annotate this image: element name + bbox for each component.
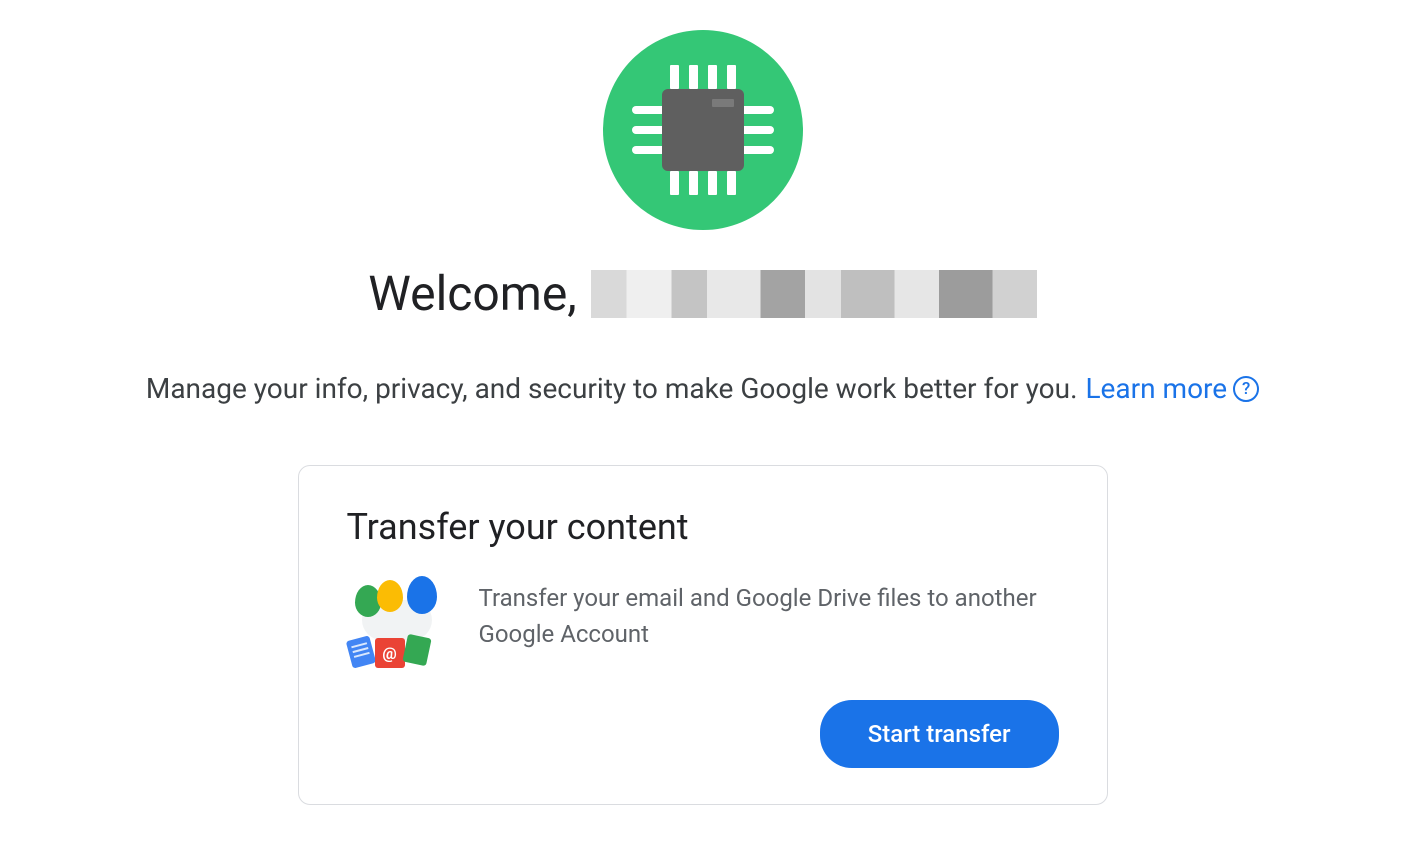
subtitle-text: Manage your info, privacy, and security … xyxy=(146,372,1078,405)
card-title: Transfer your content xyxy=(347,506,1059,548)
help-circle-icon: ? xyxy=(1233,376,1259,402)
welcome-prefix: Welcome, xyxy=(368,265,576,322)
start-transfer-button[interactable]: Start transfer xyxy=(820,700,1059,768)
transfer-content-card: Transfer your content @ Transfer your em… xyxy=(298,465,1108,805)
card-description: Transfer your email and Google Drive fil… xyxy=(479,580,1059,652)
learn-more-label: Learn more xyxy=(1085,372,1227,405)
avatar xyxy=(603,30,803,230)
chip-icon xyxy=(638,65,768,195)
redacted-user-name xyxy=(591,270,1037,318)
learn-more-link[interactable]: Learn more ? xyxy=(1085,372,1259,405)
welcome-heading: Welcome, xyxy=(368,265,1036,322)
transfer-balloons-icon: @ xyxy=(347,580,447,670)
subtitle-row: Manage your info, privacy, and security … xyxy=(146,372,1259,405)
